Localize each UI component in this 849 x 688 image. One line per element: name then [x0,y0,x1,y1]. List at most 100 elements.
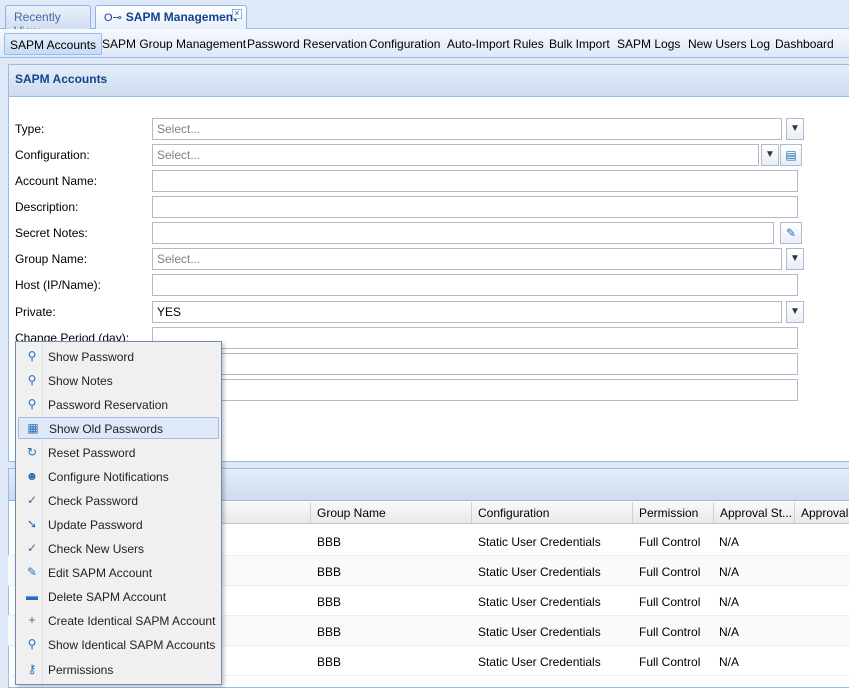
chevron-down-icon[interactable]: ▼ [786,248,804,270]
menu-item-edit-sapm-account[interactable]: ✎ Edit SAPM Account [18,562,219,584]
minus-icon: ▬ [26,589,38,603]
configuration-combobox[interactable]: Select... [152,144,759,166]
cell-configuration: Static User Credentials [478,625,601,639]
cell-group-name: BBB [317,595,342,609]
secret-notes-row: Secret Notes: ✎ [15,222,805,244]
type-label: Type: [15,122,45,136]
menu-item-password-reservation[interactable]: ⚲ Password Reservation [18,394,219,416]
type-row: Type: Select... ▼ [15,118,805,140]
panel-title: SAPM Accounts [9,65,849,97]
column-header-approval-status[interactable]: Approval St... [714,502,795,524]
menu-item-delete-sapm-account[interactable]: ▬ Delete SAPM Account [18,586,219,608]
private-row: Private: YES ▼ [15,301,805,323]
close-icon[interactable]: × [232,9,242,19]
menu-configuration[interactable]: Configuration [364,33,445,55]
magnifier-icon: ⚲ [27,397,37,411]
check-icon: ✓ [26,493,38,507]
menu-bulk-import[interactable]: Bulk Import [544,33,615,55]
cell-configuration: Static User Credentials [478,595,601,609]
private-label: Private: [15,305,56,319]
tab-label: SAPM Management [125,10,238,24]
menu-item-label: Show Identical SAPM Accounts [48,638,216,652]
menu-item-label: Create Identical SAPM Account [48,614,216,628]
menu-item-configure-notifications[interactable]: ☻ Configure Notifications [18,466,219,488]
cell-permission: Full Control [639,595,701,609]
account-name-input[interactable] [152,170,798,192]
user-add-icon: ☻ [25,469,39,483]
menu-sapm-group-management[interactable]: SAPM Group Management [97,33,251,55]
group-name-label: Group Name: [15,252,88,266]
toolbox-icon[interactable]: ▤ [780,144,802,166]
menu-sapm-logs[interactable]: SAPM Logs [612,33,685,55]
menu-item-check-password[interactable]: ✓ Check Password [18,490,219,512]
cell-group-name: BBB [317,655,342,669]
cell-permission: Full Control [639,655,701,669]
change-period-input[interactable] [152,327,798,349]
menu-new-users-log[interactable]: New Users Log [683,33,775,55]
refresh-icon: ↻ [26,445,38,459]
pencil-icon: ✎ [26,565,38,579]
cell-group-name: BBB [317,625,342,639]
configuration-label: Configuration: [15,148,90,162]
magnifier-icon: ⚲ [27,349,37,363]
type-combobox[interactable]: Select... [152,118,782,140]
menu-item-show-identical-sapm-accounts[interactable]: ⚲ Show Identical SAPM Accounts [18,634,219,656]
host-input[interactable] [152,274,798,296]
private-combobox[interactable]: YES [152,301,782,323]
chevron-down-icon[interactable]: ▼ [786,301,804,323]
menu-auto-import-rules[interactable]: Auto-Import Rules [442,33,549,55]
form-input[interactable] [152,379,798,401]
menu-dashboard[interactable]: Dashboard [770,33,839,55]
menu-password-reservation[interactable]: Password Reservation [242,33,372,55]
chevron-down-icon[interactable]: ▼ [761,144,779,166]
description-label: Description: [15,200,79,214]
menu-item-label: Permissions [48,663,114,677]
menu-item-create-identical-sapm-account[interactable]: + Create Identical SAPM Account [18,610,219,632]
form-input[interactable] [152,353,798,375]
configuration-row: Configuration: Select... ▼ ▤ [15,144,805,166]
column-header-permission[interactable]: Permission [633,502,714,524]
row-context-menu: ⚲ Show Password ⚲ Show Notes ⚲ Password … [15,341,222,685]
cell-approval-status: N/A [719,535,740,549]
tab-recently-view[interactable]: Recently View [5,5,91,38]
tab-sapm-management[interactable]: O⊸ SAPM Management × [95,5,247,30]
cell-group-name: BBB [317,565,342,579]
menu-sapm-accounts[interactable]: SAPM Accounts [4,33,103,55]
calendar-icon: ▦ [27,421,39,435]
description-row: Description: [15,196,805,218]
cell-configuration: Static User Credentials [478,535,601,549]
menu-item-show-notes[interactable]: ⚲ Show Notes [18,370,219,392]
chevron-down-icon[interactable]: ▼ [786,118,804,140]
host-row: Host (IP/Name): [15,274,805,296]
cell-group-name: BBB [317,535,342,549]
menu-item-show-old-passwords[interactable]: ▦ Show Old Passwords [18,417,219,439]
magnifier-icon: ⚲ [27,373,37,387]
plus-icon: + [28,613,36,627]
menu-item-check-new-users[interactable]: ✓ Check New Users [18,538,219,560]
menu-item-permissions[interactable]: ⚷ Permissions [18,659,219,681]
column-header-approval-info[interactable]: Approval I [795,502,849,524]
description-input[interactable] [152,196,798,218]
arrow-down-right-icon: ➘ [26,517,38,531]
pencil-icon[interactable]: ✎ [780,222,802,244]
account-name-row: Account Name: [15,170,805,192]
magnifier-icon: ⚲ [27,637,37,651]
secret-notes-input[interactable] [152,222,774,244]
menu-item-label: Edit SAPM Account [48,566,153,580]
cell-approval-status: N/A [719,595,740,609]
column-header-configuration[interactable]: Configuration [472,502,633,524]
users-key-icon: ⚷ [27,662,37,676]
account-name-label: Account Name: [15,174,98,188]
menu-item-reset-password[interactable]: ↻ Reset Password [18,442,219,464]
menu-item-label: Reset Password [48,446,136,460]
menu-item-label: Show Old Passwords [49,422,164,436]
cell-permission: Full Control [639,625,701,639]
group-name-combobox[interactable]: Select... [152,248,782,270]
menu-item-show-password[interactable]: ⚲ Show Password [18,346,219,368]
menu-item-update-password[interactable]: ➘ Update Password [18,514,219,536]
menu-item-label: Configure Notifications [48,470,169,484]
menu-item-label: Delete SAPM Account [48,590,167,604]
check-icon: ✓ [26,541,38,555]
menu-item-label: Show Notes [48,374,113,388]
column-header-group-name[interactable]: Group Name [311,502,472,524]
